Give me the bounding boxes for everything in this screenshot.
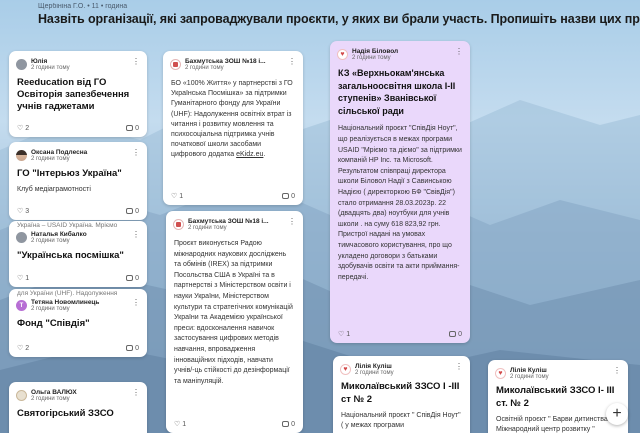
comment-count: 0 — [135, 274, 139, 282]
avatar-icon — [16, 150, 27, 161]
post-title: Святогірський ЗЗСО — [17, 408, 114, 419]
post-card[interactable]: ♥ Надія Біловол 2 години тому ⋮ КЗ «Верх… — [330, 41, 470, 343]
post-author: Ольга ВАЛЮХ — [31, 389, 77, 396]
more-options-icon[interactable]: ⋮ — [613, 367, 621, 375]
post-time: 2 години тому — [31, 65, 70, 71]
post-time: 2 години тому — [31, 396, 70, 402]
comment-icon[interactable] — [282, 421, 290, 427]
post-author: Бахмутська ЗОШ №18 і... — [188, 218, 269, 225]
post-body: Національний проєкт " СпівДія Ноут" ( у … — [341, 412, 461, 430]
comment-icon[interactable] — [126, 345, 134, 351]
comment-count: 0 — [291, 420, 295, 428]
post-title: КЗ «Верхньокам'янська загальноосвітня шк… — [338, 68, 456, 116]
post-card[interactable]: Ольга ВАЛЮХ 2 години тому ⋮ Святогірськи… — [9, 382, 147, 433]
like-icon[interactable]: ♡ — [338, 330, 344, 338]
avatar-icon — [16, 59, 27, 70]
post-title: Reeducation від ГО Освіторія запезбеченн… — [17, 77, 130, 112]
post-card[interactable]: ♥ Лілія Куліш 2 години тому ⋮ Миколаївсь… — [333, 356, 470, 433]
like-icon[interactable]: ♡ — [171, 192, 177, 200]
post-body: Національний проєкт "СпівДія Ноут", що р… — [338, 125, 462, 281]
avatar-icon — [16, 232, 27, 243]
post-time: 2 години тому — [31, 156, 70, 162]
post-title: Фонд "Співдія" — [17, 318, 90, 329]
post-link[interactable]: eKidz.eu — [236, 151, 263, 158]
more-options-icon[interactable]: ⋮ — [132, 58, 140, 66]
like-icon[interactable]: ♡ — [17, 274, 23, 282]
post-title: Миколаївський ЗЗСО І- ІІІ ст. № 2 — [496, 385, 615, 409]
like-count: 2 — [25, 124, 30, 132]
post-card[interactable]: ♥ Лілія Куліш 2 години тому ⋮ Миколаївсь… — [488, 360, 628, 433]
post-author: Лілія Куліш — [355, 363, 392, 370]
post-body: Клуб медіаграмотності — [17, 186, 91, 193]
like-icon[interactable]: ♡ — [17, 124, 23, 132]
like-count: 1 — [25, 274, 30, 282]
board-title: Назвіть організації, які запроваджували … — [38, 12, 640, 26]
school-logo-icon — [173, 219, 184, 230]
peek-text: для України (UHF). Надолуження — [17, 290, 118, 297]
like-count: 1 — [346, 330, 351, 338]
post-time: 2 години тому — [355, 370, 394, 376]
post-title: Миколаївський ЗЗСО І -ІІІ ст № 2 — [341, 381, 460, 405]
post-title: "Українська посмішка" — [17, 250, 124, 261]
comment-icon[interactable] — [449, 331, 457, 337]
post-card[interactable]: Україна – USAID Україна. Мріємо Наталья … — [9, 221, 147, 287]
add-post-button[interactable]: + — [606, 403, 628, 425]
comment-icon[interactable] — [282, 193, 290, 199]
peek-text: Україна – USAID Україна. Мріємо — [17, 222, 118, 229]
like-icon[interactable]: ♡ — [17, 344, 23, 352]
post-author: Наталья Кибалко — [31, 231, 87, 238]
more-options-icon[interactable]: ⋮ — [455, 48, 463, 56]
more-options-icon[interactable]: ⋮ — [132, 389, 140, 397]
like-count: 1 — [179, 192, 184, 200]
comment-icon[interactable] — [126, 208, 134, 214]
post-author: Надія Біловол — [352, 48, 399, 55]
post-time: 2 години тому — [31, 306, 70, 312]
comment-count: 0 — [135, 207, 139, 215]
comment-icon[interactable] — [126, 125, 134, 131]
like-count: 2 — [25, 344, 30, 352]
comment-count: 0 — [458, 330, 462, 338]
post-author: Лілія Куліш — [510, 367, 547, 374]
more-options-icon[interactable]: ⋮ — [132, 299, 140, 307]
post-author: Юлія — [31, 58, 48, 65]
post-body: БО «100% Життя» у партнерстві з ГО Украї… — [171, 80, 293, 159]
comment-count: 0 — [291, 192, 295, 200]
post-time: 2 години тому — [352, 55, 391, 61]
like-count: 3 — [25, 207, 30, 215]
heart-logo-icon: ♥ — [495, 368, 506, 379]
comment-count: 0 — [135, 344, 139, 352]
post-card[interactable]: Бахмутська ЗОШ №18 і... 2 години тому ⋮ … — [166, 211, 303, 433]
more-options-icon[interactable]: ⋮ — [288, 218, 296, 226]
post-time: 2 години тому — [188, 225, 227, 231]
comment-count: 0 — [135, 124, 139, 132]
post-author: Бахмутська ЗОШ №18 і... — [185, 58, 266, 65]
like-count: 1 — [182, 420, 187, 428]
post-card[interactable]: Оксана Подлесна 2 години тому ⋮ ГО "Інте… — [9, 142, 147, 220]
more-options-icon[interactable]: ⋮ — [132, 231, 140, 239]
avatar-icon — [16, 390, 27, 401]
like-icon[interactable]: ♡ — [17, 207, 23, 215]
more-options-icon[interactable]: ⋮ — [288, 58, 296, 66]
more-options-icon[interactable]: ⋮ — [455, 363, 463, 371]
heart-logo-icon: ♥ — [337, 49, 348, 60]
post-card[interactable]: Бахмутська ЗОШ №18 і... 2 години тому ⋮ … — [163, 51, 303, 205]
post-time: 2 години тому — [510, 374, 549, 380]
board-meta: Щербініна Г.О. • 11 • година — [38, 3, 128, 10]
avatar-icon: T — [16, 300, 27, 311]
more-options-icon[interactable]: ⋮ — [132, 149, 140, 157]
like-icon[interactable]: ♡ — [174, 420, 180, 428]
plus-icon: + — [612, 405, 622, 422]
post-time: 2 години тому — [31, 238, 70, 244]
post-card[interactable]: Юлія 2 години тому ⋮ Reeducation від ГО … — [9, 51, 147, 137]
post-card[interactable]: для України (UHF). Надолуження T Тетяна … — [9, 289, 147, 357]
post-title: ГО "Інтерьюз Україна" — [17, 168, 122, 179]
school-logo-icon — [170, 59, 181, 70]
post-body: Проєкт виконується Радою міжнародних нау… — [174, 240, 293, 385]
post-time: 2 години тому — [185, 65, 224, 71]
comment-icon[interactable] — [126, 275, 134, 281]
board-header: Щербініна Г.О. • 11 • година Назвіть орг… — [38, 3, 640, 26]
post-author: Оксана Подлесна — [31, 149, 88, 156]
post-author: Тетяна Новомлинець — [31, 299, 100, 306]
heart-logo-icon: ♥ — [340, 364, 351, 375]
